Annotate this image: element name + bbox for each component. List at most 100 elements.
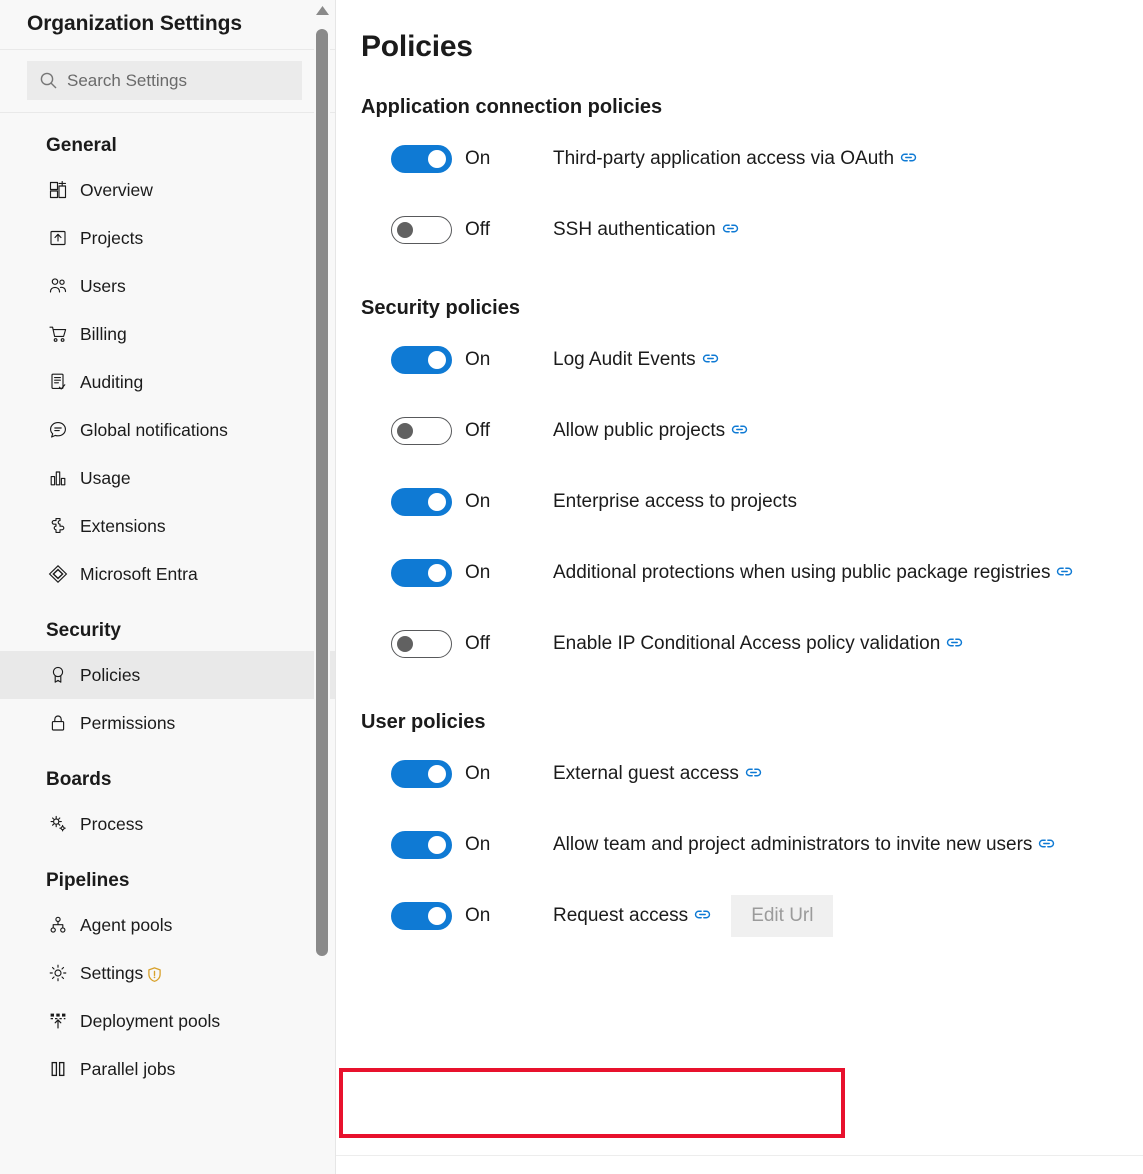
policy-name: Log Audit Events bbox=[553, 348, 696, 370]
policy-state-label: Off bbox=[465, 419, 490, 441]
sidebar-group-title-general: General bbox=[46, 135, 117, 156]
link-icon[interactable] bbox=[722, 220, 739, 237]
policy-row: On Additional protections when using publ… bbox=[361, 537, 1143, 608]
microsoft-entra-icon bbox=[48, 564, 72, 584]
sidebar-item-usage[interactable]: Usage bbox=[0, 454, 335, 502]
policy-name: Allow public projects bbox=[553, 419, 726, 441]
sidebar-item-auditing[interactable]: Auditing bbox=[0, 358, 335, 406]
organization-settings-title: Organization Settings bbox=[27, 12, 242, 35]
search-settings-box[interactable] bbox=[27, 61, 302, 100]
policy-toggle-switch[interactable] bbox=[391, 830, 452, 859]
sidebar-item-parallel-jobs[interactable]: Parallel jobs bbox=[0, 1045, 335, 1093]
sidebar-item-label: Auditing bbox=[80, 371, 144, 392]
parallel-jobs-icon bbox=[48, 1059, 72, 1079]
policy-row: Off SSH authentication bbox=[361, 194, 1143, 265]
edit-url-button[interactable]: Edit Url bbox=[731, 894, 834, 937]
sidebar-item-policies[interactable]: Policies bbox=[0, 651, 335, 699]
sidebar-item-label: Overview bbox=[80, 179, 153, 200]
policy-toggle-switch[interactable] bbox=[391, 144, 452, 173]
policy-name: Enable IP Conditional Access policy vali… bbox=[553, 632, 941, 654]
policy-toggle-switch[interactable] bbox=[391, 345, 452, 374]
policy-section-title: Security policies bbox=[361, 297, 520, 319]
toggle-knob bbox=[428, 350, 446, 369]
sidebar-item-label: Global notifications bbox=[80, 419, 228, 440]
sidebar-item-deployment-pools[interactable]: Deployment pools bbox=[0, 997, 335, 1045]
sidebar-item-settings[interactable]: Settings bbox=[0, 949, 335, 997]
policy-name: Request access bbox=[553, 904, 689, 926]
sidebar-item-permissions[interactable]: Permissions bbox=[0, 699, 335, 747]
sidebar-group-title-pipelines: Pipelines bbox=[46, 870, 130, 891]
policy-name: Enterprise access to projects bbox=[553, 490, 797, 512]
policy-state-label: Off bbox=[465, 632, 490, 654]
sidebar-item-projects[interactable]: Projects bbox=[0, 214, 335, 262]
sidebar-item-global-notifications[interactable]: Global notifications bbox=[0, 406, 335, 454]
link-icon[interactable] bbox=[731, 421, 748, 438]
policy-state-label: On bbox=[465, 490, 491, 512]
scroll-up-arrow-icon[interactable] bbox=[314, 4, 330, 16]
sidebar-item-microsoft-entra[interactable]: Microsoft Entra bbox=[0, 550, 335, 598]
sidebar-item-label: Parallel jobs bbox=[80, 1058, 176, 1079]
link-icon[interactable] bbox=[745, 764, 762, 781]
policy-row: On Request access Edit Url bbox=[361, 880, 1143, 951]
policy-row: Off Enable IP Conditional Access policy v… bbox=[361, 608, 1143, 679]
sidebar-group-title-boards: Boards bbox=[46, 769, 112, 790]
link-icon[interactable] bbox=[702, 350, 719, 367]
toggle-knob bbox=[397, 221, 413, 238]
policy-state-label: On bbox=[465, 904, 491, 926]
toggle-knob bbox=[428, 149, 446, 168]
policy-section: Security policies On Log Audit Events Off Al… bbox=[336, 297, 1143, 679]
sidebar-item-label: Billing bbox=[80, 323, 127, 344]
settings-sidebar: Organization Settings General Overview Pro… bbox=[0, 0, 336, 1174]
request-access-highlight-annotation bbox=[339, 1068, 845, 1138]
sidebar-item-label: Process bbox=[80, 813, 144, 834]
policy-toggle-switch[interactable] bbox=[391, 629, 452, 658]
warning-shield-icon bbox=[146, 966, 163, 983]
policy-toggle-switch[interactable] bbox=[391, 215, 452, 244]
sidebar-item-overview[interactable]: Overview bbox=[0, 166, 335, 214]
policies-main-panel: Policies Application connection policies… bbox=[336, 0, 1143, 1174]
policy-name: Allow team and project administrators to… bbox=[553, 833, 1033, 855]
sidebar-item-process[interactable]: Process bbox=[0, 800, 335, 848]
sidebar-scrollbar-thumb[interactable] bbox=[316, 29, 328, 956]
policy-name: Additional protections when using public… bbox=[553, 561, 1051, 583]
policy-name: External guest access bbox=[553, 762, 739, 784]
process-gears-icon bbox=[48, 814, 72, 834]
policy-state-label: On bbox=[465, 147, 491, 169]
usage-chart-icon bbox=[48, 468, 72, 488]
sidebar-item-agent-pools[interactable]: Agent pools bbox=[0, 901, 335, 949]
policy-toggle-switch[interactable] bbox=[391, 558, 452, 587]
policy-label-group: Enable IP Conditional Access policy vali… bbox=[553, 633, 963, 655]
policy-row: On Third-party application access via OAu… bbox=[361, 123, 1143, 194]
policy-toggle-switch[interactable] bbox=[391, 487, 452, 516]
toggle-knob bbox=[428, 906, 446, 925]
toggle-knob bbox=[428, 492, 446, 511]
toggle-knob bbox=[397, 635, 413, 652]
search-input[interactable] bbox=[67, 70, 290, 91]
policy-row: Off Allow public projects bbox=[361, 395, 1143, 466]
link-icon[interactable] bbox=[1056, 563, 1073, 580]
link-icon[interactable] bbox=[900, 149, 917, 166]
policy-toggle-switch[interactable] bbox=[391, 416, 452, 445]
link-icon[interactable] bbox=[694, 906, 711, 923]
sidebar-nav: General Overview Projects Users Billing Audit… bbox=[0, 113, 335, 1093]
policy-label-group: Additional protections when using public… bbox=[553, 562, 1073, 584]
policy-toggle-switch[interactable] bbox=[391, 901, 452, 930]
sidebar-item-users[interactable]: Users bbox=[0, 262, 335, 310]
sidebar-group-title-security: Security bbox=[46, 620, 121, 641]
lock-icon bbox=[48, 713, 72, 733]
policies-ribbon-icon bbox=[48, 665, 72, 685]
link-icon[interactable] bbox=[946, 634, 963, 651]
sidebar-item-extensions[interactable]: Extensions bbox=[0, 502, 335, 550]
policy-row: On Log Audit Events bbox=[361, 324, 1143, 395]
policy-label-group: Log Audit Events bbox=[553, 349, 719, 371]
policy-label-group: Allow public projects bbox=[553, 420, 748, 442]
policy-toggle-switch[interactable] bbox=[391, 759, 452, 788]
sidebar-scrollbar-track[interactable] bbox=[314, 0, 330, 1174]
notification-bubble-icon bbox=[48, 420, 72, 440]
policy-label-group: Request access Edit Url bbox=[553, 894, 834, 937]
link-icon[interactable] bbox=[1038, 835, 1055, 852]
policy-state-label: On bbox=[465, 348, 491, 370]
toggle-knob bbox=[428, 764, 446, 783]
sidebar-item-billing[interactable]: Billing bbox=[0, 310, 335, 358]
policy-state-label: On bbox=[465, 833, 491, 855]
